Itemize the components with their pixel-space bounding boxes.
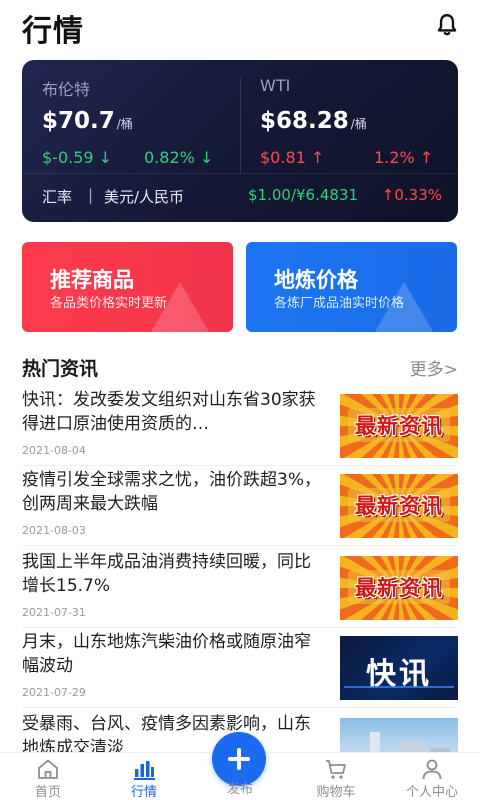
news-date: 2021-07-31 — [22, 606, 86, 619]
cart-icon — [326, 760, 346, 779]
news-headline: 疫情引发全球需求之忧，油价跌超3%，创两周来最大跌幅 — [22, 470, 321, 514]
brent-change-pct: 0.82% ↓ — [144, 148, 214, 167]
page-title: 行情 — [22, 14, 84, 49]
tab-profile[interactable]: 个人中心 — [384, 755, 480, 800]
promo-title: 地炼价格 — [274, 268, 358, 292]
section-title: 热门资讯 — [22, 358, 99, 380]
item-divider — [22, 707, 458, 708]
tab-label: 个人中心 — [405, 785, 458, 800]
tab-label: 购物车 — [316, 785, 356, 800]
fx-change-pct: ↑0.33% — [381, 186, 442, 204]
wti-change: $0.81 ↑ — [260, 148, 325, 167]
news-headline: 我国上半年成品油消费持续回暖，同比增长15.7% — [22, 552, 311, 596]
brent-panel[interactable]: 布伦特 $70.7/桶 $-0.59 ↓ 0.82% ↓ — [42, 76, 242, 170]
fx-pair: 美元/人民币 — [104, 188, 185, 206]
item-divider — [22, 627, 458, 628]
wti-panel[interactable]: WTI $68.28/桶 $0.81 ↑ 1.2% ↑ — [260, 76, 458, 170]
market-summary-card[interactable]: 布伦特 $70.7/桶 $-0.59 ↓ 0.82% ↓ WTI $68.28/… — [22, 60, 458, 222]
news-headline: 月末，山东地炼汽柴油价格或随原油窄幅波动 — [22, 632, 311, 676]
thumbnail-glow-line — [344, 686, 454, 688]
news-date: 2021-07-29 — [22, 686, 86, 699]
home-icon — [38, 759, 58, 779]
bell-icon[interactable] — [434, 12, 460, 38]
fx-rate: $1.00/¥6.4831 — [248, 186, 359, 204]
news-date: 2021-08-03 — [22, 524, 86, 537]
brent-price-value: $70.7 — [42, 108, 115, 134]
brent-changes: $-0.59 ↓ 0.82% ↓ — [42, 148, 242, 170]
thumbnail-text: 最新资讯 — [355, 576, 443, 600]
thumbnail-text: 最新资讯 — [355, 414, 443, 438]
news-item[interactable]: 疫情引发全球需求之忧，油价跌超3%，创两周来最大跌幅 2021-08-03 最新… — [22, 468, 458, 548]
promo-title: 推荐商品 — [50, 268, 134, 292]
news-item[interactable]: 月末，山东地炼汽柴油价格或随原油窄幅波动 2021-07-29 快讯 — [22, 630, 458, 710]
news-item[interactable]: 快讯：发改委发文组织对山东省30家获得进口原油使用资质的… 2021-08-04… — [22, 388, 458, 468]
decorative-triangle-icon — [150, 282, 210, 332]
tab-label: 首页 — [34, 785, 61, 800]
recommended-products-card[interactable]: 推荐商品 各品类价格实时更新 — [22, 242, 233, 332]
tab-market[interactable]: 行情 — [96, 755, 192, 800]
publish-label: 发布 — [226, 782, 253, 797]
chart-icon — [134, 761, 155, 780]
news-thumbnail: 最新资讯 — [340, 556, 458, 620]
hot-news-header: 热门资讯 更多> — [22, 352, 458, 380]
fx-separator: | — [88, 186, 94, 204]
brent-name: 布伦特 — [42, 80, 91, 99]
tab-label: 行情 — [130, 785, 157, 800]
plus-icon-vertical — [237, 748, 241, 770]
wti-price: $68.28/桶 — [260, 108, 458, 138]
wti-change-pct: 1.2% ↑ — [374, 148, 434, 167]
wti-price-value: $68.28 — [260, 108, 349, 134]
user-icon — [422, 759, 442, 780]
tab-home[interactable]: 首页 — [0, 755, 96, 800]
brent-change: $-0.59 ↓ — [42, 148, 113, 167]
more-link[interactable]: 更多> — [410, 355, 458, 380]
wti-price-unit: /桶 — [350, 117, 367, 131]
exchange-rate-row[interactable]: 汇率 | 美元/人民币 $1.00/¥6.4831 ↑0.33% — [42, 186, 442, 208]
brent-price-unit: /桶 — [116, 117, 133, 131]
news-thumbnail: 快讯 — [340, 636, 458, 700]
news-thumbnail: 最新资讯 — [340, 394, 458, 458]
tab-cart[interactable]: 购物车 — [288, 755, 384, 800]
news-item[interactable]: 我国上半年成品油消费持续回暖，同比增长15.7% 2021-07-31 最新资讯 — [22, 550, 458, 630]
thumbnail-text: 最新资讯 — [355, 494, 443, 518]
news-date: 2021-08-04 — [22, 444, 86, 457]
fx-divider — [22, 173, 458, 174]
item-divider — [22, 465, 458, 466]
wti-changes: $0.81 ↑ 1.2% ↑ — [260, 148, 458, 170]
news-thumbnail: 最新资讯 — [340, 474, 458, 538]
wti-name: WTI — [260, 76, 291, 95]
header: 行情 — [0, 0, 480, 52]
fx-label: 汇率 — [42, 188, 73, 206]
brent-price: $70.7/桶 — [42, 108, 242, 138]
decorative-triangle-icon — [374, 282, 434, 332]
item-divider — [22, 545, 458, 546]
news-headline: 快讯：发改委发文组织对山东省30家获得进口原油使用资质的… — [22, 390, 316, 434]
refinery-price-card[interactable]: 地炼价格 各炼厂成品油实时价格 — [246, 242, 457, 332]
